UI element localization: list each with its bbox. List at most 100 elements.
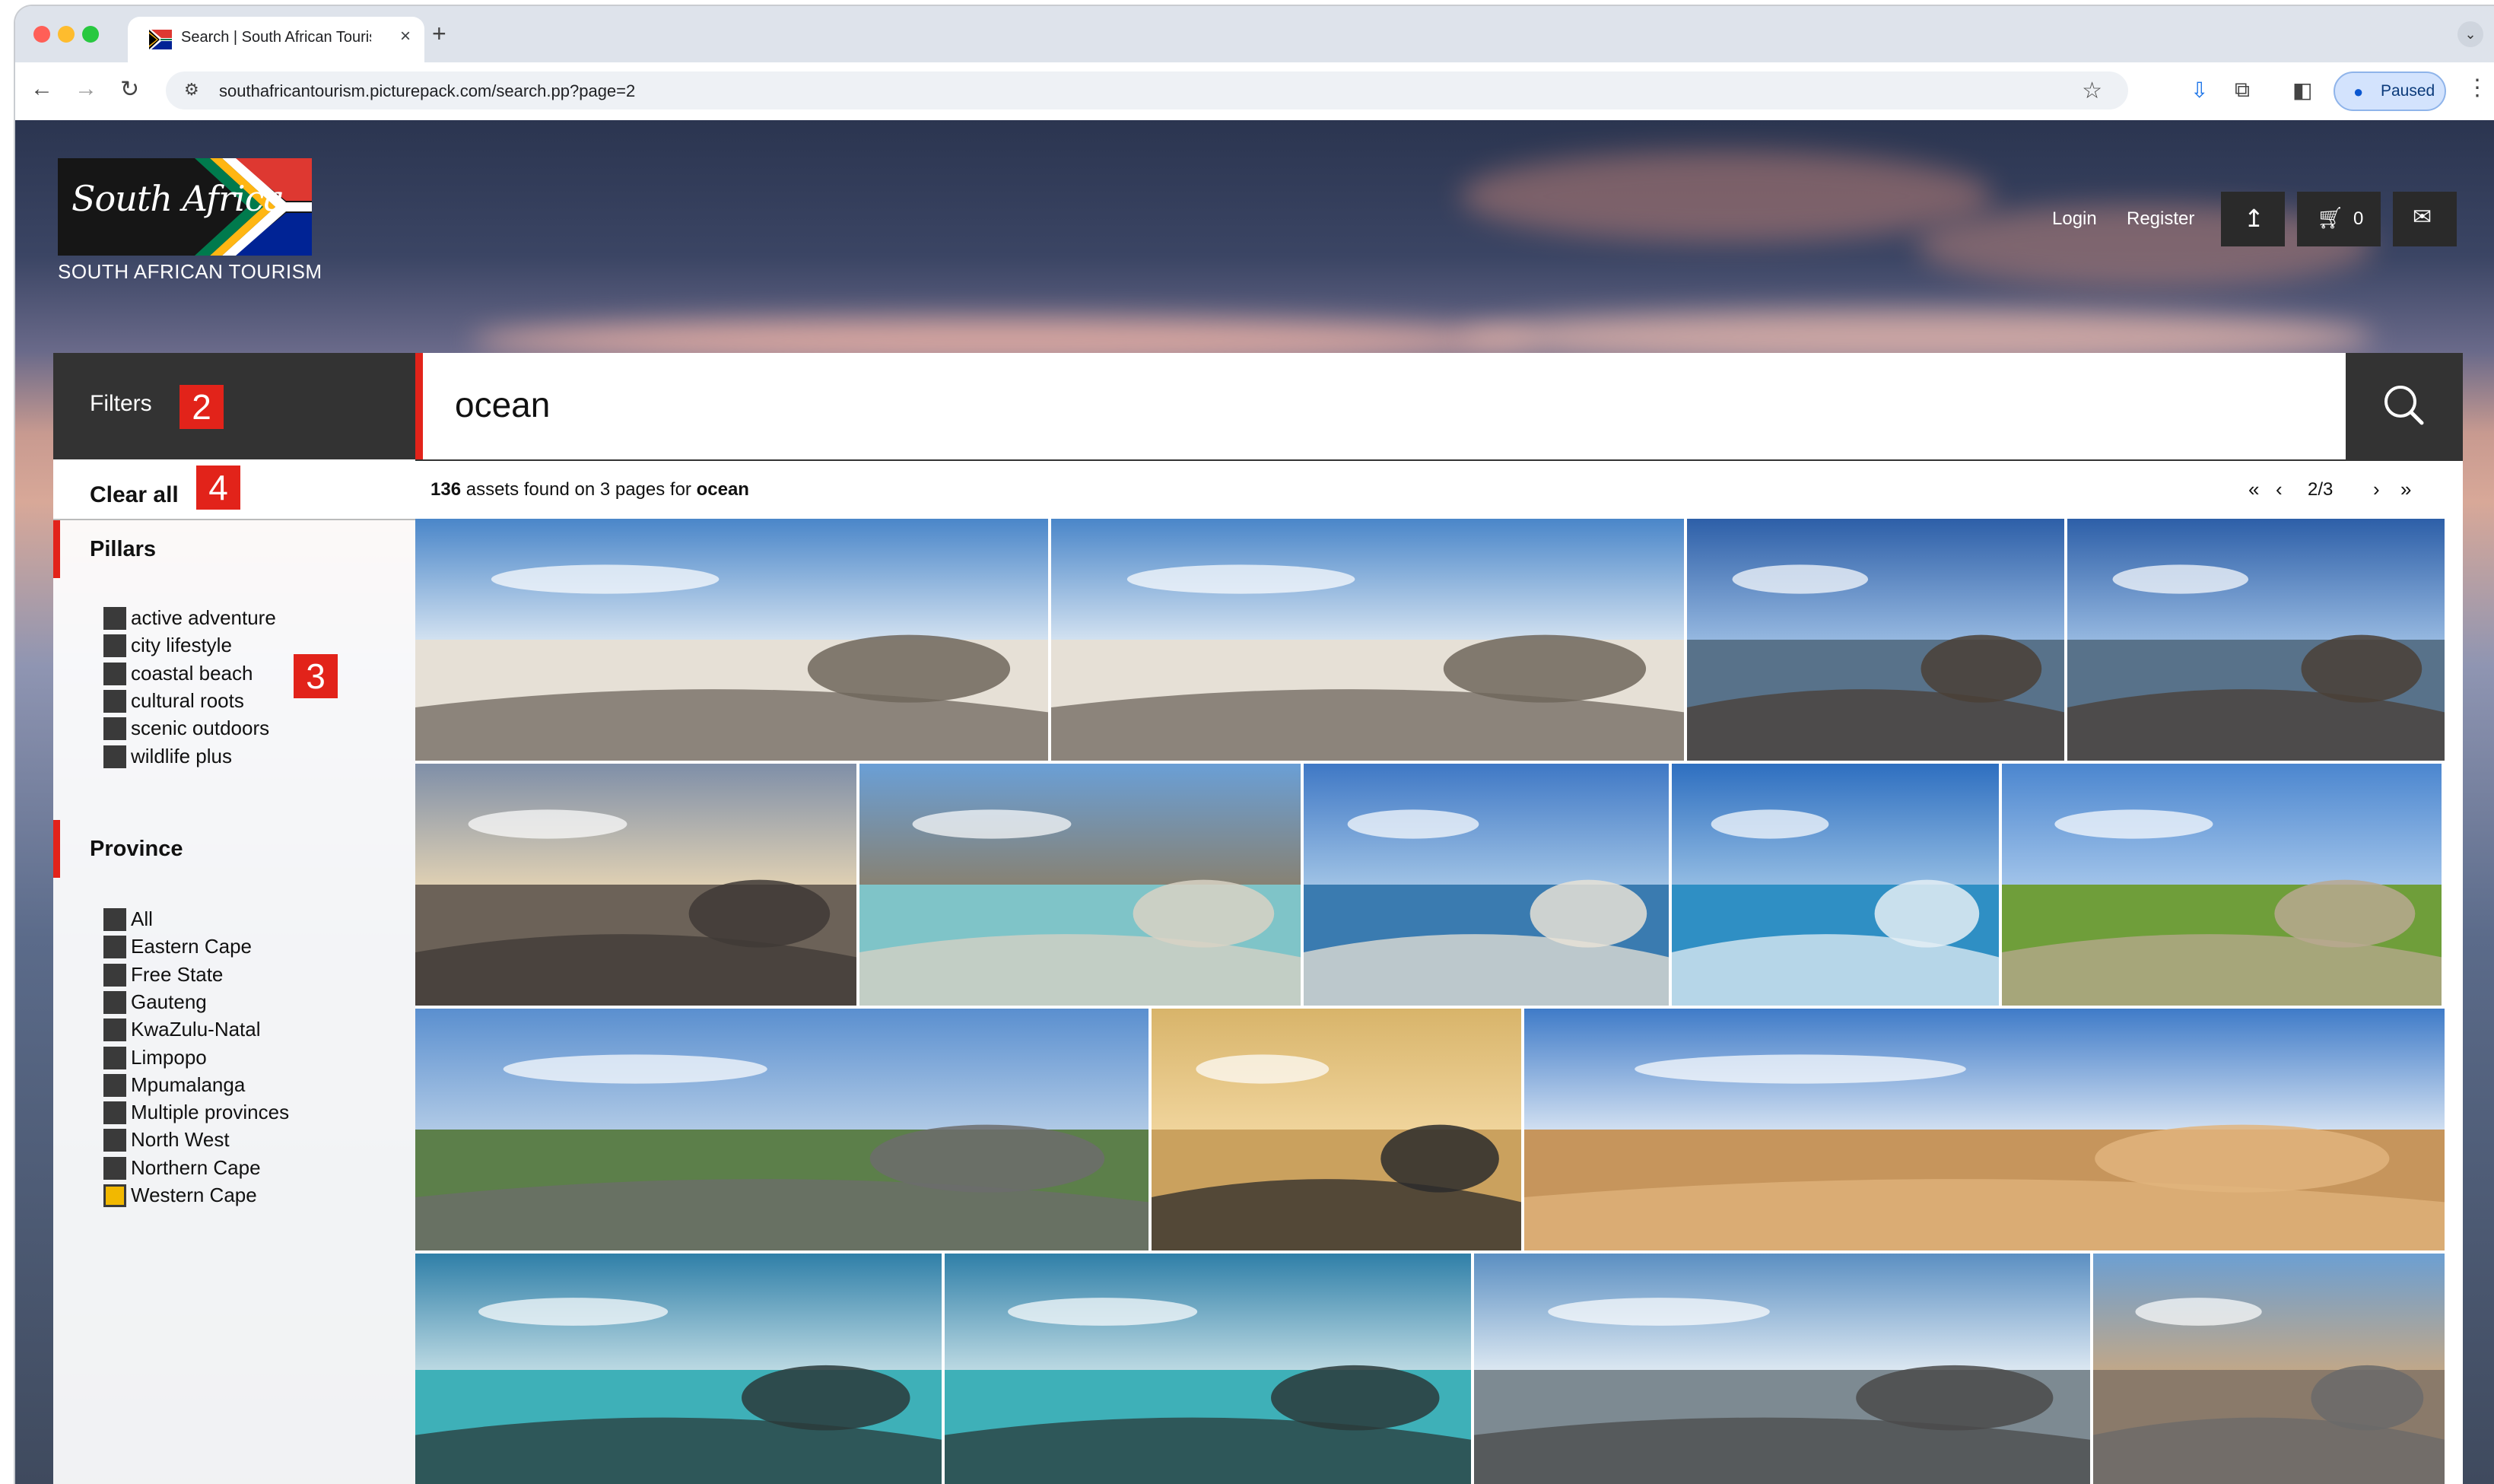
results-query: ocean	[696, 479, 749, 500]
result-thumbnail[interactable]	[1304, 764, 1669, 1006]
checkbox[interactable]	[103, 662, 126, 685]
result-thumbnail[interactable]	[2002, 764, 2442, 1006]
filter-label: coastal beach	[131, 661, 253, 685]
register-link[interactable]: Register	[2127, 208, 2194, 230]
result-thumbnail[interactable]	[415, 1254, 942, 1484]
result-thumbnail[interactable]	[2067, 519, 2445, 761]
checkbox[interactable]	[103, 1184, 126, 1207]
checkbox[interactable]	[103, 1018, 126, 1042]
filter-label: Multiple provinces	[131, 1101, 290, 1124]
close-tab-icon[interactable]: ×	[400, 26, 411, 47]
maximize-window-icon[interactable]	[82, 26, 99, 43]
checkbox[interactable]	[103, 936, 126, 959]
result-thumbnail[interactable]	[1152, 1009, 1521, 1250]
clear-all-button[interactable]: Clear all	[90, 482, 179, 508]
forward-icon[interactable]: →	[75, 76, 97, 102]
section-accent	[53, 820, 60, 878]
last-page-icon[interactable]: »	[2400, 478, 2411, 501]
bookmark-star-icon[interactable]: ☆	[2082, 78, 2102, 104]
site-logo[interactable]: South Africa	[58, 158, 312, 256]
contact-button[interactable]: ✉	[2393, 192, 2457, 246]
browser-tab[interactable]: Search | South African Touris ×	[128, 17, 424, 62]
tab-search-icon[interactable]: ⌄	[2457, 21, 2483, 47]
checkbox[interactable]	[103, 990, 126, 1014]
logo-subtitle: SOUTH AFRICAN TOURISM	[58, 260, 322, 283]
result-thumbnail[interactable]	[1474, 1254, 2090, 1484]
result-thumbnail[interactable]	[415, 1009, 1149, 1250]
checkbox[interactable]	[103, 1129, 126, 1152]
filter-label: Limpopo	[131, 1045, 207, 1069]
result-thumbnail[interactable]	[415, 764, 856, 1006]
prev-page-icon[interactable]: ‹	[2276, 478, 2283, 501]
side-panel-icon[interactable]: ◧	[2292, 78, 2312, 103]
photo-image	[1672, 764, 1999, 1006]
search-button[interactable]	[2346, 353, 2463, 459]
login-link[interactable]: Login	[2052, 208, 2097, 230]
reload-icon[interactable]: ↻	[120, 76, 139, 103]
browser-menu-icon[interactable]: ⋮	[2466, 75, 2489, 101]
first-page-icon[interactable]: «	[2248, 478, 2259, 501]
result-thumbnail[interactable]	[859, 764, 1301, 1006]
filter-label: Eastern Cape	[131, 935, 252, 958]
checkbox[interactable]	[103, 908, 126, 931]
clear-all-row[interactable]: Clear all 4	[53, 459, 415, 520]
filter-label: city lifestyle	[131, 634, 232, 657]
checkbox[interactable]	[103, 1156, 126, 1180]
checkbox[interactable]	[103, 963, 126, 987]
photo-image	[1687, 519, 2064, 761]
result-thumbnail[interactable]	[1524, 1009, 2445, 1250]
mail-icon: ✉	[2413, 205, 2432, 230]
pillars-title: Pillars	[90, 537, 157, 561]
search-input[interactable]	[453, 383, 2206, 426]
annotation-badge: 3	[294, 654, 338, 698]
close-window-icon[interactable]	[33, 26, 50, 43]
filter-label: All	[131, 907, 153, 930]
back-icon[interactable]: ←	[30, 76, 53, 102]
photo-image	[415, 764, 856, 1006]
result-thumbnail[interactable]	[415, 519, 1048, 761]
next-page-icon[interactable]: ›	[2373, 478, 2380, 501]
address-bar[interactable]: ⚙ southafricantourism.picturepack.com/se…	[166, 71, 2128, 110]
pillars-section-header[interactable]: Pillars	[53, 520, 415, 578]
checkbox[interactable]	[103, 634, 126, 658]
checkbox[interactable]	[103, 1101, 126, 1125]
page: South Africa SOUTH AFRICAN TOURISM Login…	[15, 120, 2494, 1484]
section-accent	[53, 520, 60, 578]
checkbox[interactable]	[103, 717, 126, 741]
new-tab-button[interactable]: +	[432, 20, 446, 48]
checkbox[interactable]	[103, 745, 126, 768]
profile-label: Paused	[2381, 82, 2435, 100]
filter-label: wildlife plus	[131, 744, 232, 767]
result-thumbnail[interactable]	[1687, 519, 2064, 761]
result-thumbnail[interactable]	[945, 1254, 1471, 1484]
minimize-window-icon[interactable]	[58, 26, 75, 43]
result-thumbnail[interactable]	[2093, 1254, 2445, 1484]
province-section-header[interactable]: Province	[53, 820, 415, 878]
filter-label: Free State	[131, 962, 224, 986]
checkbox[interactable]	[103, 1073, 126, 1097]
browser-window: Search | South African Touris × + ⌄ ← → …	[15, 6, 2494, 1484]
filter-label: North West	[131, 1128, 230, 1152]
photo-image	[1051, 519, 1684, 761]
results-text: assets found on 3 pages for	[461, 479, 697, 500]
download-icon[interactable]: ⇩	[2191, 78, 2208, 103]
site-settings-icon[interactable]: ⚙	[184, 80, 199, 100]
checkbox[interactable]	[103, 1046, 126, 1069]
filters-header[interactable]: Filters 2	[53, 353, 415, 459]
extensions-icon[interactable]: ⧉	[2235, 78, 2250, 103]
results-bar: 136 assets found on 3 pages for ocean « …	[415, 459, 2463, 519]
profile-button[interactable]: ● Paused	[2334, 71, 2446, 111]
result-thumbnail[interactable]	[1051, 519, 1684, 761]
profile-avatar-icon: ●	[2353, 82, 2364, 101]
photo-image	[415, 1254, 942, 1484]
tab-title: Search | South African Touris	[181, 29, 371, 46]
checkbox[interactable]	[103, 689, 126, 713]
result-thumbnail[interactable]	[1672, 764, 1999, 1006]
logo-script-text: South Africa	[71, 178, 284, 219]
cart-button[interactable]: 🛒︎ 0	[2297, 192, 2381, 246]
photo-image	[2093, 1254, 2445, 1484]
upload-button[interactable]: ↥	[2221, 192, 2285, 246]
checkbox[interactable]	[103, 607, 126, 630]
search-bar	[415, 353, 2463, 459]
photo-image	[1524, 1009, 2445, 1250]
